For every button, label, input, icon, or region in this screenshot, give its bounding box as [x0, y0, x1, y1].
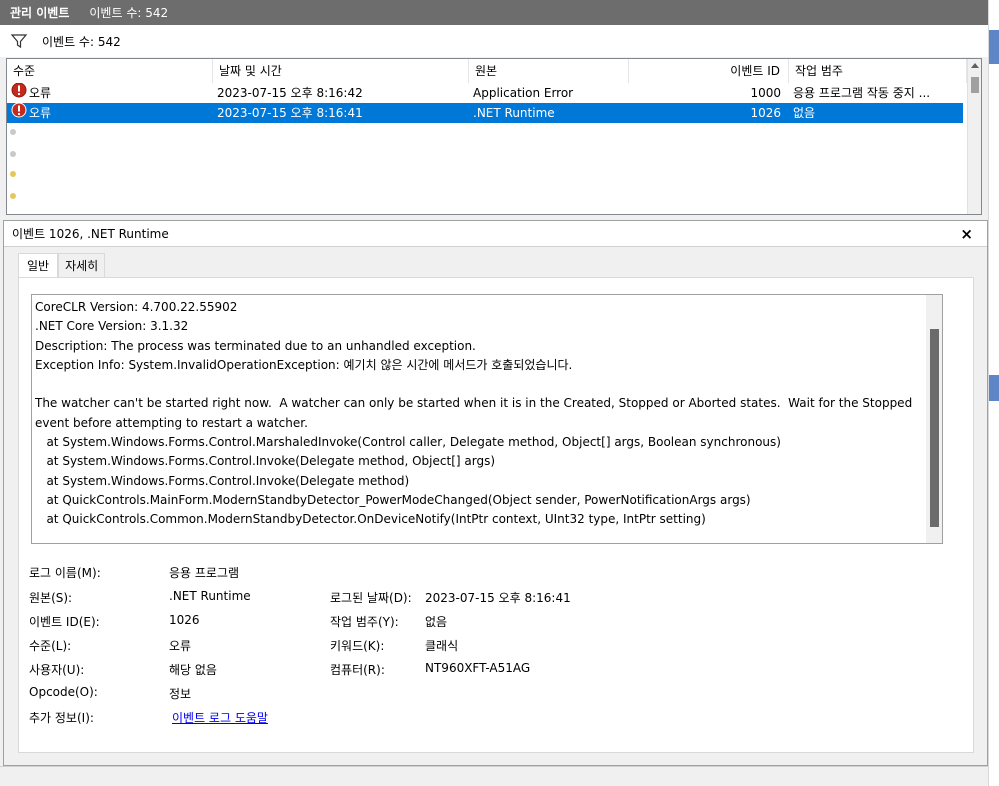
row-level: 오류: [29, 86, 52, 100]
filter-bar: 이벤트 수: 542: [0, 25, 988, 57]
row-date: 2023-07-15 오후 8:16:41: [217, 106, 363, 120]
title-bar: 관리 이벤트 이벤트 수: 542: [0, 0, 988, 25]
logged-value: 2023-07-15 오후 8:16:41: [425, 591, 571, 605]
description-scroll-thumb[interactable]: [930, 329, 939, 527]
tab-details[interactable]: 자세히: [58, 253, 106, 277]
description-scrollbar[interactable]: [926, 295, 942, 543]
event-detail-panel: 이벤트 1026, .NET Runtime × 일반 자세히 CoreCLR …: [3, 220, 988, 766]
filter-count: 이벤트 수: 542: [42, 34, 121, 49]
row-event-id: 1026: [750, 106, 781, 120]
more-info-label: 추가 정보(I):: [29, 711, 94, 725]
event-id-label: 이벤트 ID(E):: [29, 615, 100, 629]
log-name-label: 로그 이름(M):: [29, 566, 101, 580]
keywords-label: 키워드(K):: [330, 639, 385, 653]
column-level[interactable]: 수준: [7, 59, 213, 83]
log-name-value: 응용 프로그램: [169, 566, 240, 580]
level-label: 수준(L):: [29, 639, 72, 653]
detail-title: 이벤트 1026, .NET Runtime: [12, 227, 169, 241]
opcode-label: Opcode(O):: [29, 685, 98, 699]
scroll-up-icon[interactable]: [971, 63, 979, 68]
column-source[interactable]: 원본: [469, 59, 629, 83]
error-icon: [11, 103, 27, 123]
description-box[interactable]: CoreCLR Version: 4.700.22.55902 .NET Cor…: [31, 294, 943, 544]
filter-icon[interactable]: [10, 32, 28, 50]
panel-title: 관리 이벤트: [10, 6, 70, 20]
row-date: 2023-07-15 오후 8:16:42: [217, 86, 363, 100]
table-row[interactable]: 오류 2023-07-15 오후 8:16:42 Application Err…: [7, 83, 963, 103]
partial-row-icon: [10, 171, 16, 177]
table-row-selected[interactable]: 오류 2023-07-15 오후 8:16:41 .NET Runtime 10…: [7, 103, 963, 123]
partial-row-icon: [10, 193, 16, 199]
partial-row-icon: [10, 151, 16, 157]
source-value: .NET Runtime: [169, 589, 251, 603]
description-text[interactable]: CoreCLR Version: 4.700.22.55902 .NET Cor…: [35, 298, 920, 530]
column-category[interactable]: 작업 범주: [789, 59, 967, 83]
computer-label: 컴퓨터(R):: [330, 663, 385, 677]
status-strip: [0, 766, 988, 786]
events-grid[interactable]: 수준 날짜 및 시간 원본 이벤트 ID 작업 범주 오류 2023-07-15…: [6, 58, 982, 215]
task-category-label: 작업 범주(Y):: [330, 615, 399, 629]
tab-general[interactable]: 일반: [18, 253, 59, 278]
grid-header: 수준 날짜 및 시간 원본 이벤트 ID 작업 범주: [7, 59, 967, 83]
logged-label: 로그된 날짜(D):: [330, 591, 412, 605]
row-source: Application Error: [473, 86, 574, 100]
event-count: 이벤트 수: 542: [89, 6, 169, 20]
user-value: 해당 없음: [169, 663, 217, 677]
row-level: 오류: [29, 106, 52, 120]
task-category-value: 없음: [425, 615, 448, 629]
row-source: .NET Runtime: [473, 106, 555, 120]
column-event-id[interactable]: 이벤트 ID: [629, 59, 789, 83]
event-log-help-link[interactable]: 이벤트 로그 도움말: [172, 709, 268, 726]
opcode-value: 정보: [169, 687, 192, 701]
user-label: 사용자(U):: [29, 663, 85, 677]
row-category: 응용 프로그램 작동 중지 ...: [793, 86, 931, 100]
detail-tabs: 일반 자세히: [18, 253, 106, 278]
keywords-value: 클래식: [425, 639, 459, 653]
source-label: 원본(S):: [29, 591, 73, 605]
scroll-thumb[interactable]: [971, 77, 979, 93]
level-value: 오류: [169, 639, 192, 653]
event-id-value: 1026: [169, 613, 200, 627]
general-tab-panel: CoreCLR Version: 4.700.22.55902 .NET Cor…: [18, 277, 974, 753]
partial-row-icon: [10, 129, 16, 135]
detail-title-bar: 이벤트 1026, .NET Runtime ×: [4, 221, 987, 247]
row-category: 없음: [793, 106, 816, 120]
grid-scrollbar[interactable]: [967, 59, 981, 214]
actions-pane-edge: [988, 0, 999, 786]
computer-value: NT960XFT-A51AG: [425, 661, 531, 675]
close-icon[interactable]: ×: [960, 225, 973, 243]
event-properties: 로그 이름(M): 응용 프로그램 원본(S): .NET Runtime 로그…: [29, 548, 929, 738]
error-icon: [11, 83, 27, 103]
column-date[interactable]: 날짜 및 시간: [213, 59, 469, 83]
row-event-id: 1000: [750, 86, 781, 100]
